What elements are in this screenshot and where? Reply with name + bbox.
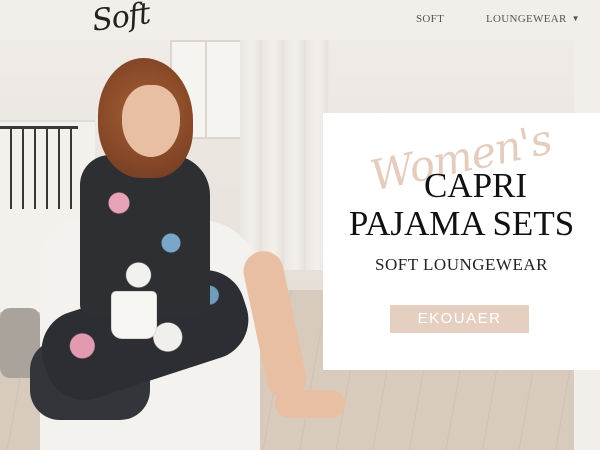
header: Soft SOFT LOUNGEWEAR ▼ <box>0 0 600 40</box>
nav-item-loungewear[interactable]: LOUNGEWEAR ▼ <box>486 13 580 25</box>
chevron-down-icon[interactable]: ▼ <box>572 14 580 23</box>
nav-item-label: LOUNGEWEAR <box>486 13 567 25</box>
model-face <box>122 85 180 157</box>
promo-title-line-1: CAPRI <box>423 166 528 205</box>
promo-card: Women's CAPRI PAJAMA SETS SOFT LOUNGEWEA… <box>323 113 600 370</box>
curtain-decor <box>240 40 330 270</box>
promo-title-line-2: PAJAMA SETS <box>348 204 575 243</box>
model-foot <box>275 390 345 418</box>
nav-item-soft[interactable]: SOFT <box>416 13 444 25</box>
shop-button[interactable]: EKOUAER <box>390 305 529 333</box>
bed-headboard <box>0 126 78 209</box>
promo-subtitle: SOFT LOUNGEWEAR <box>375 255 548 274</box>
brand-logo[interactable]: Soft <box>90 0 152 39</box>
mug-decor <box>112 292 156 338</box>
model-pajama-top <box>80 155 210 315</box>
